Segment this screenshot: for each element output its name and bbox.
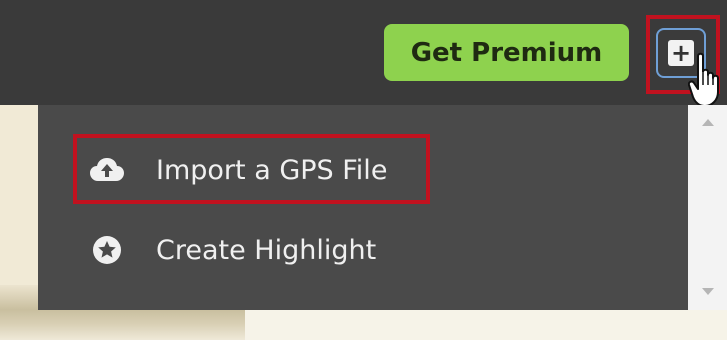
- menu-scrollbar[interactable]: [688, 105, 727, 310]
- scroll-up-arrow-icon[interactable]: [702, 119, 714, 126]
- get-premium-label: Get Premium: [410, 37, 603, 68]
- scroll-down-arrow-icon[interactable]: [702, 288, 714, 295]
- star-circle-icon: [90, 233, 124, 267]
- import-item-highlight: [73, 134, 430, 204]
- menu-item-label: Create Highlight: [156, 234, 377, 266]
- hand-cursor-icon: [688, 52, 719, 107]
- menu-item-create-highlight[interactable]: Create Highlight: [38, 218, 688, 282]
- get-premium-button[interactable]: Get Premium: [384, 24, 629, 81]
